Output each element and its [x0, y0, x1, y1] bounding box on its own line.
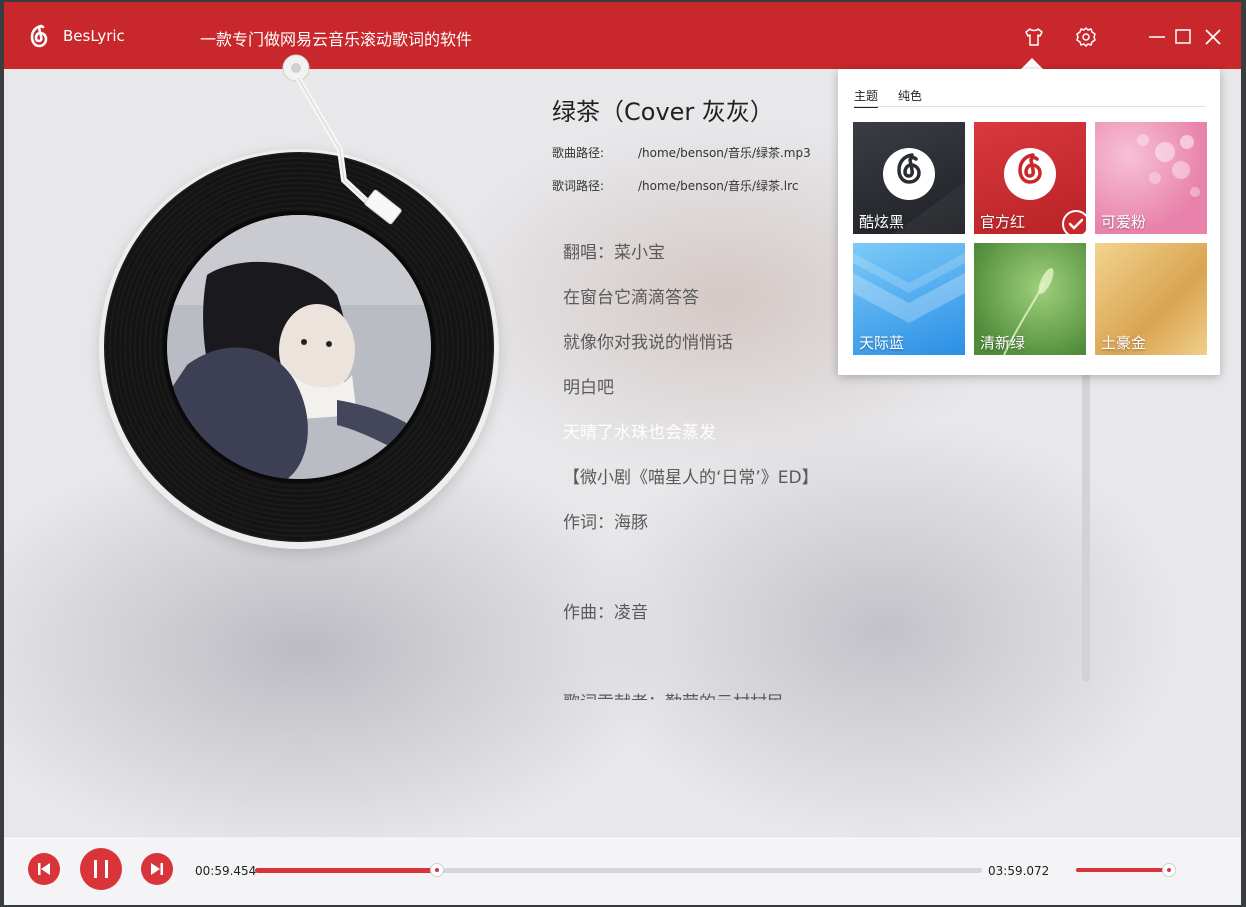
progress-fill	[255, 868, 437, 873]
theme-label: 土豪金	[1101, 334, 1147, 352]
lyric-line: 在窗台它滴滴答答	[563, 288, 699, 308]
lyric-line: 作曲：凌音	[563, 603, 648, 623]
theme-swatch-blue[interactable]: 天际蓝	[853, 243, 965, 355]
lyric-line: 【微小剧《喵星人的‘日常’》ED】	[563, 468, 819, 488]
player-bar: 00:59.454 03:59.072	[4, 836, 1241, 905]
lyric-line: 明白吧	[563, 378, 614, 398]
theme-label: 可爱粉	[1101, 213, 1147, 231]
lyric-line: 翻唱：菜小宝	[563, 243, 665, 263]
theme-label: 酷炫黑	[859, 213, 905, 231]
close-icon[interactable]	[1202, 26, 1224, 48]
skin-icon[interactable]	[1023, 26, 1045, 48]
lyric-line: 作词：海豚	[563, 513, 648, 533]
theme-swatch-green[interactable]: 清新绿	[974, 243, 1086, 355]
lyric-line: 歌词贡献者：勤劳的云村村民	[563, 688, 784, 700]
progress-slider[interactable]	[255, 863, 982, 877]
album-cover	[163, 211, 435, 483]
volume-handle[interactable]	[1162, 863, 1177, 877]
tonearm	[282, 54, 402, 225]
lyric-path-label: 歌词路径:	[552, 179, 605, 193]
theme-label: 官方红	[980, 213, 1026, 231]
title-bar[interactable]: BesLyric 一款专门做网易云音乐滚动歌词的软件	[4, 2, 1241, 69]
minimize-icon[interactable]	[1146, 26, 1168, 48]
lyrics-scrollbar[interactable]	[1082, 370, 1090, 682]
lyric-line: 就像你对我说的悄悄话	[563, 333, 733, 353]
lyric-line-current: 天晴了水珠也会蒸发	[563, 423, 716, 443]
current-time: 00:59.454	[195, 864, 257, 878]
maximize-icon[interactable]	[1172, 26, 1194, 48]
total-time: 03:59.072	[988, 864, 1050, 878]
progress-handle[interactable]	[429, 863, 444, 877]
app-slogan: 一款专门做网易云音乐滚动歌词的软件	[200, 30, 473, 49]
pause-button[interactable]	[80, 848, 122, 890]
next-icon	[151, 863, 163, 875]
settings-icon[interactable]	[1075, 26, 1097, 48]
theme-label: 清新绿	[980, 334, 1026, 352]
theme-popup: 主题 纯色 酷炫黑 官方红 可爱粉 天际蓝 清新绿 土豪金	[838, 69, 1220, 375]
theme-swatch-red[interactable]: 官方红	[974, 122, 1086, 234]
tab-theme[interactable]: 主题	[854, 87, 879, 108]
tab-solid-color[interactable]: 纯色	[898, 87, 922, 104]
previous-button[interactable]	[28, 853, 60, 885]
selected-check-icon	[1062, 210, 1086, 234]
theme-swatch-gold[interactable]: 土豪金	[1095, 243, 1207, 355]
theme-label: 天际蓝	[859, 334, 905, 352]
previous-icon	[38, 863, 50, 875]
song-path-label: 歌曲路径:	[552, 146, 605, 160]
volume-fill	[1076, 868, 1170, 872]
app-name: BesLyric	[63, 27, 125, 45]
theme-swatch-pink[interactable]: 可爱粉	[1095, 122, 1207, 234]
song-path-value: /home/benson/音乐/绿茶.mp3	[638, 146, 811, 160]
theme-swatch-black[interactable]: 酷炫黑	[853, 122, 965, 234]
app-window: BesLyric 一款专门做网易云音乐滚动歌词的软件 绿茶（Cover 灰灰） …	[4, 2, 1241, 905]
next-button[interactable]	[141, 853, 173, 885]
lyric-path-value: /home/benson/音乐/绿茶.lrc	[638, 179, 799, 193]
app-logo-icon	[30, 24, 48, 48]
tab-divider	[854, 106, 1206, 107]
song-title: 绿茶（Cover 灰灰）	[552, 98, 774, 126]
volume-slider[interactable]	[1076, 863, 1177, 877]
pause-icon	[94, 860, 108, 878]
